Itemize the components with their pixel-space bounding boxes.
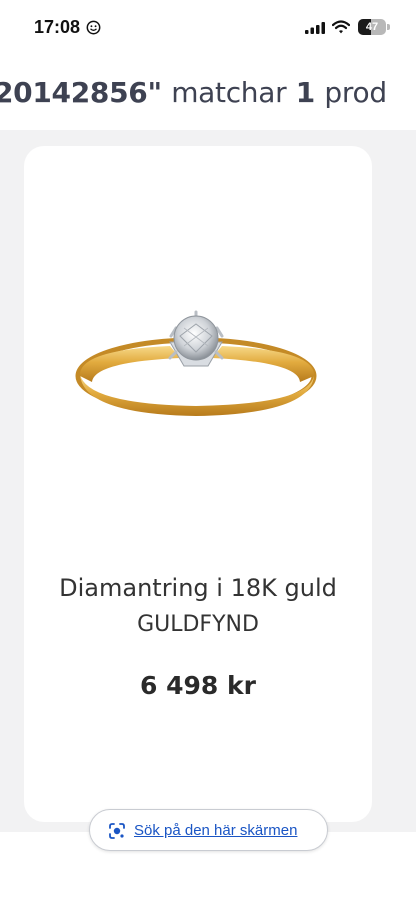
screen: 17:08 47 20142856" matchar 1 prod Diaman… xyxy=(0,0,416,900)
smiley-icon xyxy=(86,20,101,35)
product-card[interactable]: Diamantring i 18K guld GULDFYND 6 498 kr xyxy=(24,146,372,822)
wifi-icon xyxy=(332,20,350,34)
cellular-signal-icon xyxy=(305,22,325,34)
status-time: 17:08 xyxy=(34,17,81,37)
ring-product-image[interactable] xyxy=(72,306,322,436)
results-heading: 20142856" matchar 1 prod xyxy=(0,76,387,109)
match-word: matchar xyxy=(171,76,287,109)
result-unit: prod xyxy=(324,76,387,109)
search-query: 20142856" xyxy=(0,76,162,109)
product-price: 6 498 kr xyxy=(140,671,256,700)
status-bar: 17:08 47 xyxy=(0,0,416,56)
battery-body: 47 xyxy=(358,19,386,35)
battery-icon: 47 xyxy=(358,19,390,35)
product-brand: GULDFYND xyxy=(137,612,259,637)
result-count: 1 xyxy=(295,76,315,109)
battery-cap xyxy=(387,24,390,30)
search-this-screen-label[interactable]: Sök på den här skärmen xyxy=(134,822,297,839)
battery-level: 47 xyxy=(365,21,379,33)
google-lens-icon xyxy=(109,823,125,839)
product-name[interactable]: Diamantring i 18K guld xyxy=(24,574,372,602)
search-this-screen-button[interactable]: Sök på den här skärmen xyxy=(89,809,328,851)
